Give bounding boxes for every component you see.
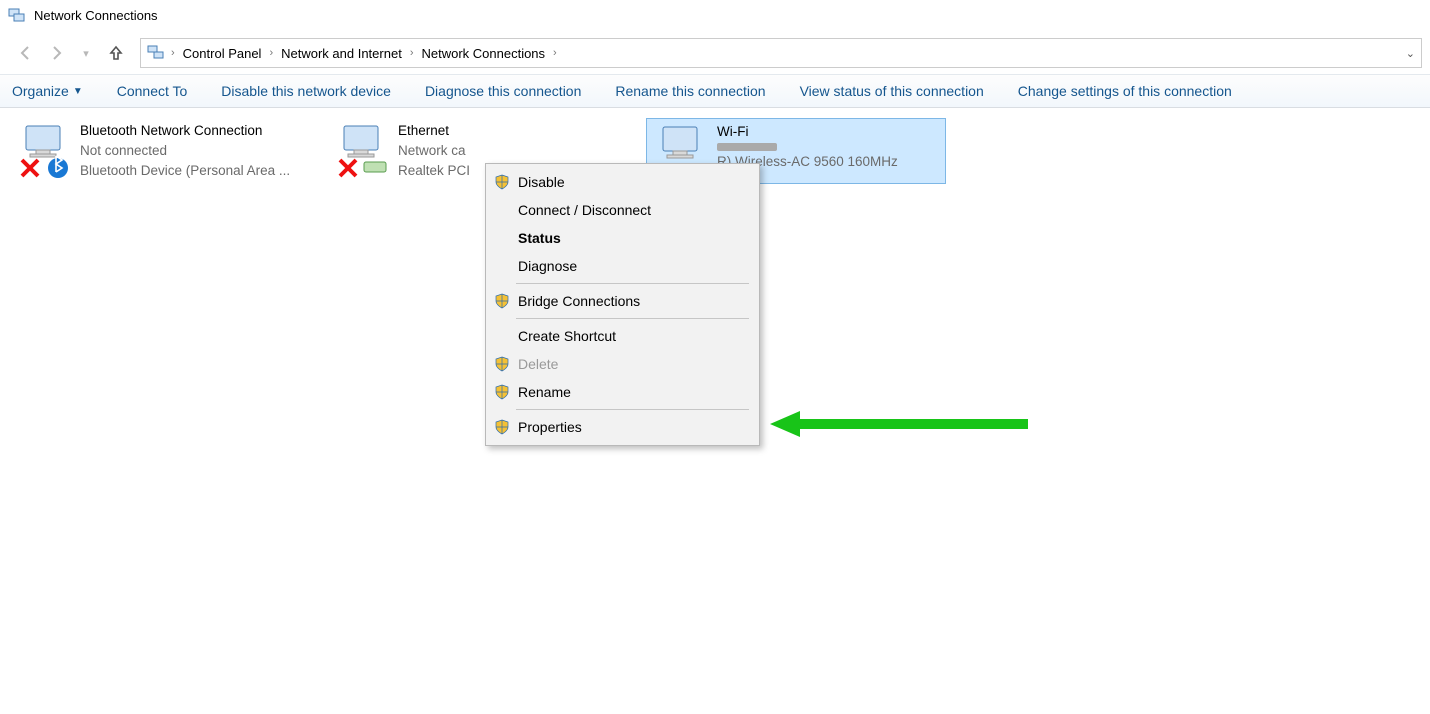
uac-shield-icon bbox=[492, 384, 512, 400]
disable-device-button[interactable]: Disable this network device bbox=[221, 83, 391, 99]
context-menu-label: Diagnose bbox=[518, 258, 577, 274]
connection-device: Bluetooth Device (Personal Area ... bbox=[80, 162, 290, 180]
context-menu-rename[interactable]: Rename bbox=[486, 378, 759, 406]
breadcrumb-separator: › bbox=[408, 47, 416, 59]
change-settings-button[interactable]: Change settings of this connection bbox=[1018, 83, 1232, 99]
uac-shield-icon bbox=[492, 293, 512, 309]
address-row: ▾ › Control Panel › Network and Internet… bbox=[0, 32, 1430, 74]
breadcrumb-bar[interactable]: › Control Panel › Network and Internet ›… bbox=[140, 38, 1422, 68]
bluetooth-connection-icon bbox=[16, 122, 72, 178]
rename-connection-button[interactable]: Rename this connection bbox=[615, 83, 765, 99]
menu-separator bbox=[516, 318, 749, 319]
connection-name: Wi-Fi bbox=[717, 123, 898, 141]
view-status-button[interactable]: View status of this connection bbox=[800, 83, 984, 99]
nav-forward-button[interactable] bbox=[42, 39, 70, 67]
context-menu: Disable Connect / Disconnect Status Diag… bbox=[485, 163, 760, 446]
breadcrumb-separator: › bbox=[169, 47, 177, 59]
uac-shield-icon bbox=[492, 419, 512, 435]
context-menu-connect-disconnect[interactable]: Connect / Disconnect bbox=[486, 196, 759, 224]
chevron-down-icon: ▼ bbox=[73, 86, 83, 97]
context-menu-disable[interactable]: Disable bbox=[486, 168, 759, 196]
connection-status: Not connected bbox=[80, 142, 290, 160]
nav-up-button[interactable] bbox=[102, 39, 130, 67]
context-menu-diagnose[interactable]: Diagnose bbox=[486, 252, 759, 280]
breadcrumb-control-panel[interactable]: Control Panel bbox=[181, 46, 264, 61]
context-menu-delete: Delete bbox=[486, 350, 759, 378]
ethernet-connection-icon bbox=[334, 122, 390, 178]
connection-item-bluetooth[interactable]: Bluetooth Network Connection Not connect… bbox=[10, 118, 310, 185]
connection-name: Bluetooth Network Connection bbox=[80, 122, 290, 140]
connection-text: Bluetooth Network Connection Not connect… bbox=[80, 122, 290, 181]
connection-text: Ethernet Network ca Realtek PCI bbox=[398, 122, 470, 181]
window-title: Network Connections bbox=[34, 8, 158, 23]
connection-status: Network ca bbox=[398, 142, 470, 160]
title-bar: Network Connections bbox=[0, 0, 1430, 32]
connection-name: Ethernet bbox=[398, 122, 470, 140]
annotation-arrow bbox=[770, 407, 1030, 441]
context-menu-status[interactable]: Status bbox=[486, 224, 759, 252]
organize-label: Organize bbox=[12, 83, 69, 99]
breadcrumb-network-internet[interactable]: Network and Internet bbox=[279, 46, 404, 61]
context-menu-label: Properties bbox=[518, 419, 582, 435]
breadcrumb-separator: › bbox=[551, 47, 559, 59]
context-menu-label: Delete bbox=[518, 356, 558, 372]
breadcrumb-dropdown-icon[interactable]: ⌄ bbox=[1406, 47, 1415, 60]
breadcrumb-network-connections[interactable]: Network Connections bbox=[419, 46, 547, 61]
connection-status bbox=[717, 143, 777, 151]
uac-shield-icon bbox=[492, 174, 512, 190]
network-connections-icon bbox=[8, 7, 26, 25]
context-menu-label: Status bbox=[518, 230, 561, 246]
menu-separator bbox=[516, 409, 749, 410]
connection-device: Realtek PCI bbox=[398, 162, 470, 180]
context-menu-label: Connect / Disconnect bbox=[518, 202, 651, 218]
breadcrumb-separator: › bbox=[267, 47, 275, 59]
context-menu-bridge[interactable]: Bridge Connections bbox=[486, 287, 759, 315]
context-menu-create-shortcut[interactable]: Create Shortcut bbox=[486, 322, 759, 350]
context-menu-label: Create Shortcut bbox=[518, 328, 616, 344]
context-menu-label: Rename bbox=[518, 384, 571, 400]
context-menu-label: Disable bbox=[518, 174, 565, 190]
context-menu-label: Bridge Connections bbox=[518, 293, 640, 309]
uac-shield-icon bbox=[492, 356, 512, 372]
connect-to-button[interactable]: Connect To bbox=[117, 83, 188, 99]
context-menu-properties[interactable]: Properties bbox=[486, 413, 759, 441]
command-bar: Organize ▼ Connect To Disable this netwo… bbox=[0, 74, 1430, 108]
network-folder-icon bbox=[147, 44, 165, 62]
recent-locations-button[interactable]: ▾ bbox=[72, 39, 100, 67]
nav-back-button[interactable] bbox=[12, 39, 40, 67]
organize-menu[interactable]: Organize ▼ bbox=[12, 83, 83, 99]
menu-separator bbox=[516, 283, 749, 284]
diagnose-connection-button[interactable]: Diagnose this connection bbox=[425, 83, 581, 99]
